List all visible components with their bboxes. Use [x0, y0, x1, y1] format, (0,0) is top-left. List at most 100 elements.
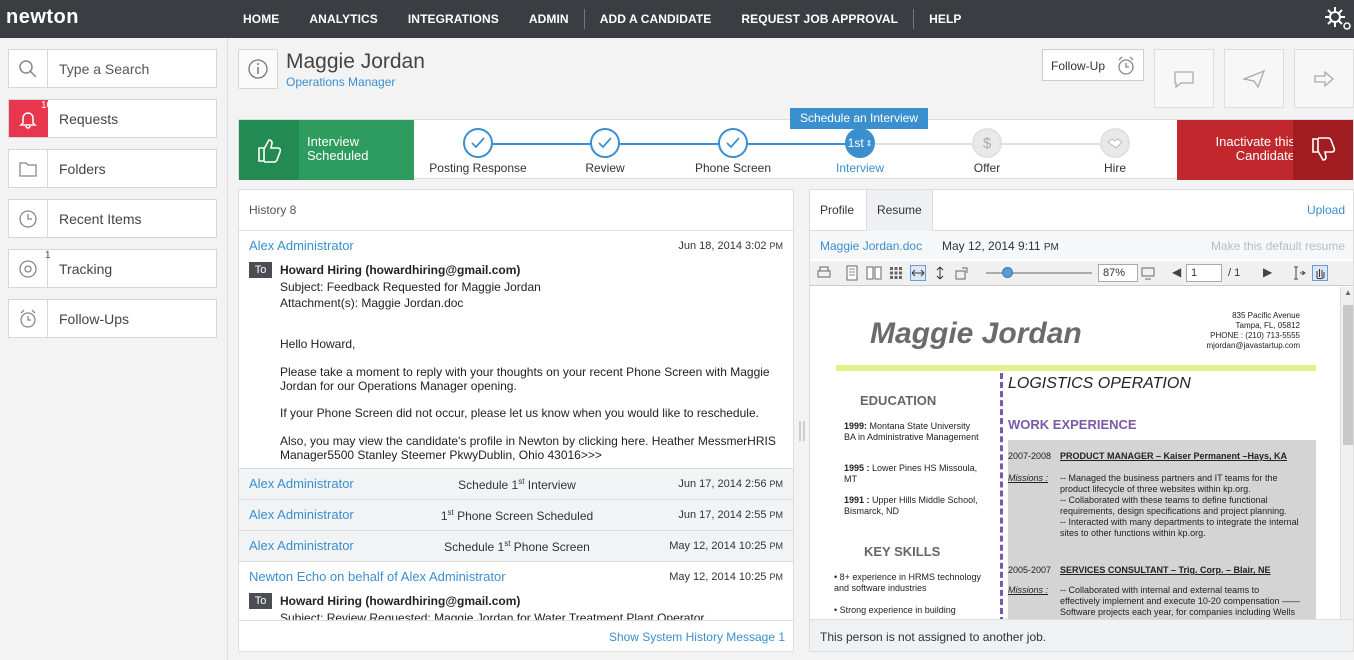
step-label: Hire — [1103, 161, 1126, 175]
two-page-icon[interactable] — [866, 265, 882, 281]
tab-resume[interactable]: Resume — [866, 190, 933, 231]
document-date: May 12, 2014 9:11 PM — [942, 239, 1059, 253]
step-interview[interactable]: 1st ⇕ Interview — [800, 128, 920, 175]
interview-round-marker[interactable]: 1st ⇕ — [845, 128, 875, 158]
nav-integrations[interactable]: INTEGRATIONS — [393, 0, 514, 38]
sidebar-item-label: Folders — [59, 161, 106, 177]
grid-view-icon[interactable] — [888, 265, 904, 281]
job-years: 2007-2008 — [1008, 451, 1052, 461]
resume-document-viewer[interactable]: Maggie Jordan 835 Pacific Avenue Tampa, … — [810, 287, 1353, 620]
profile-tabs: Profile Resume Upload — [810, 190, 1353, 231]
step-review[interactable]: Review — [545, 128, 665, 175]
search-input[interactable]: Type a Search — [59, 61, 149, 77]
step-phone-screen[interactable]: Phone Screen — [673, 128, 793, 175]
rotate-icon[interactable] — [954, 265, 970, 281]
fit-height-icon[interactable] — [932, 265, 948, 281]
sidebar-item-requests[interactable]: 10 Requests — [8, 99, 217, 138]
search-box[interactable]: Type a Search — [8, 49, 217, 88]
sidebar-item-tracking[interactable]: 1 Tracking — [8, 249, 217, 288]
thumbs-up-icon — [239, 120, 299, 180]
entry-author[interactable]: Newton Echo on behalf of Alex Administra… — [249, 569, 506, 584]
nav-home[interactable]: HOME — [228, 0, 294, 38]
history-entry[interactable]: Alex Administrator 1st Phone Screen Sche… — [239, 500, 793, 531]
email-paragraph: Please take a moment to reply with your … — [280, 365, 770, 393]
bell-icon: 10 — [9, 100, 52, 137]
email-paragraph: If your Phone Screen did not occur, plea… — [280, 406, 759, 420]
follow-up-button[interactable]: Follow-Up — [1042, 49, 1144, 81]
sidebar: Type a Search 10 Requests Folders Recent… — [0, 38, 228, 660]
job-years: 2005-2007 — [1008, 565, 1052, 575]
fit-width-icon[interactable] — [910, 265, 926, 281]
make-default-resume-link[interactable]: Make this default resume — [1211, 239, 1345, 253]
document-link[interactable]: Maggie Jordan.doc — [820, 239, 922, 253]
candidate-job-title[interactable]: Operations Manager — [286, 75, 395, 89]
email-recipient: Howard Hiring (howardhiring@gmail.com) — [280, 263, 521, 277]
nav-admin[interactable]: ADMIN — [514, 0, 584, 38]
step-label: Review — [585, 161, 625, 175]
skill-item: • Strong experience in building — [834, 605, 956, 615]
job-missions: -- Collaborated with internal and extern… — [1060, 585, 1300, 620]
education-item: 1995 : Lower Pines HS Missoula, MT — [844, 463, 978, 484]
next-page-icon[interactable]: ▶ — [1263, 265, 1272, 279]
skill-item: • 8+ experience in HRMS technology and s… — [834, 572, 981, 593]
paper-plane-icon — [1242, 69, 1266, 88]
document-row: Maggie Jordan.doc May 12, 2014 9:11 PM M… — [810, 231, 1353, 259]
sidebar-item-label: Follow-Ups — [59, 311, 130, 327]
single-page-icon[interactable] — [844, 265, 860, 281]
zoom-input[interactable]: 87% — [1098, 264, 1138, 282]
history-entry[interactable]: Alex Administrator Schedule 1st Intervie… — [239, 469, 793, 500]
comment-button[interactable] — [1154, 49, 1214, 108]
step-offer[interactable]: $ Offer — [927, 128, 1047, 175]
status-label: Interview Scheduled — [307, 134, 369, 163]
sidebar-item-folders[interactable]: Folders — [8, 149, 217, 188]
show-system-history-link[interactable]: Show System History Message 1 — [609, 630, 785, 644]
upload-link[interactable]: Upload — [1307, 203, 1345, 217]
education-heading: EDUCATION — [860, 393, 937, 408]
tracking-count-badge: 1 — [45, 250, 51, 261]
forward-button[interactable] — [1294, 49, 1354, 108]
missions-label: Missions : — [1008, 473, 1049, 483]
fullscreen-icon[interactable] — [1140, 265, 1156, 281]
assignment-status: This person is not assigned to another j… — [820, 630, 1047, 644]
step-posting-response[interactable]: Posting Response — [418, 128, 538, 175]
resume-name: Maggie Jordan — [870, 317, 1082, 350]
step-hire[interactable]: Hire — [1055, 128, 1175, 175]
send-email-button[interactable] — [1224, 49, 1284, 108]
alarm-clock-icon — [1118, 56, 1134, 75]
interview-scheduled-status[interactable]: Interview Scheduled — [239, 120, 414, 180]
text-select-icon[interactable] — [1290, 265, 1306, 281]
chevron-up-down-icon[interactable]: ⇕ — [866, 139, 873, 148]
zoom-slider-handle[interactable] — [1002, 267, 1013, 278]
nav-analytics[interactable]: ANALYTICS — [294, 0, 392, 38]
education-item: 1999: Montana State University BA in Adm… — [844, 421, 979, 442]
prev-page-icon[interactable]: ◀ — [1172, 265, 1181, 279]
nav-add-candidate[interactable]: ADD A CANDIDATE — [585, 0, 727, 38]
nav-help[interactable]: HELP — [914, 0, 976, 38]
requests-count-badge: 10 — [41, 100, 53, 111]
email-attachment[interactable]: Attachment(s): Maggie Jordan.doc — [280, 296, 780, 310]
schedule-interview-tooltip[interactable]: Schedule an Interview — [790, 108, 928, 129]
scroll-up-icon[interactable]: ▲ — [1344, 288, 1352, 297]
dollar-icon: $ — [972, 128, 1002, 158]
check-icon — [590, 128, 620, 158]
panel-resize-handle[interactable] — [799, 421, 805, 441]
sidebar-item-recent-items[interactable]: Recent Items — [8, 199, 217, 238]
print-icon[interactable] — [816, 265, 832, 281]
entry-author[interactable]: Alex Administrator — [249, 238, 354, 253]
nav-request-job-approval[interactable]: REQUEST JOB APPROVAL — [726, 0, 913, 38]
job-title: SERVICES CONSULTANT – Trig. Corp. – Blai… — [1060, 565, 1271, 575]
history-entry-email[interactable]: Newton Echo on behalf of Alex Administra… — [239, 562, 793, 625]
hand-tool-icon[interactable] — [1312, 265, 1328, 281]
document-scrollbar[interactable]: ▲ — [1340, 287, 1353, 620]
history-entry[interactable]: Alex Administrator Schedule 1st Phone Sc… — [239, 531, 793, 562]
sidebar-item-follow-ups[interactable]: Follow-Ups — [8, 299, 217, 338]
inactivate-candidate-button[interactable]: Inactivate this Candidate — [1177, 120, 1353, 180]
scrollbar-thumb[interactable] — [1343, 305, 1353, 445]
info-button[interactable] — [238, 49, 278, 89]
tab-profile[interactable]: Profile — [810, 190, 864, 231]
history-entry-email[interactable]: Alex Administrator Jun 18, 2014 3:02 PM … — [239, 231, 793, 469]
work-experience-heading: WORK EXPERIENCE — [1008, 417, 1137, 432]
settings-gear-icon[interactable] — [1322, 4, 1354, 34]
brand-logo[interactable]: newton — [6, 6, 79, 29]
page-number-input[interactable]: 1 — [1186, 264, 1222, 282]
